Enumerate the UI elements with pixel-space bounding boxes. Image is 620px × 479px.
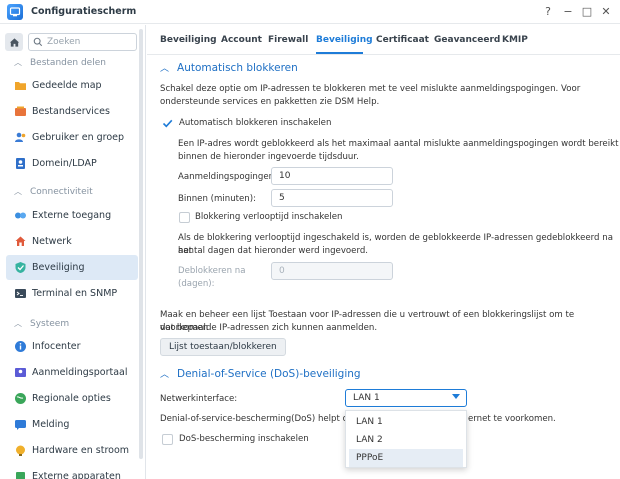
regional-options-icon xyxy=(15,393,26,404)
login-attempts-field[interactable]: 10 xyxy=(271,167,393,185)
network-icon xyxy=(15,236,26,246)
active-tab-indicator xyxy=(316,52,363,54)
unblock-after-label-line2: (dagen): xyxy=(178,279,215,289)
sidebar-item-file-services[interactable]: Bestandservices xyxy=(6,99,138,124)
chevron-up-icon: ︿ xyxy=(14,187,22,196)
sidebar-item-info-center[interactable]: Infocenter xyxy=(6,334,138,359)
autoblock-description-line1: Schakel deze optie om IP-adressen te blo… xyxy=(160,84,581,94)
maximize-button[interactable]: □ xyxy=(580,4,594,18)
dos-enable-checkbox[interactable] xyxy=(162,434,173,445)
sidebar-item-external-access[interactable]: Externe toegang xyxy=(6,203,138,228)
chevron-down-icon xyxy=(452,394,460,399)
info-icon xyxy=(15,341,26,352)
chevron-up-icon: ︿ xyxy=(160,64,170,74)
dropdown-option-pppoe[interactable]: PPPoE xyxy=(349,449,463,467)
expiration-info-line2: aantal dagen dat hieronder werd ingevoer… xyxy=(178,246,369,256)
autoblock-info-line1: Een IP-adres wordt geblokkeerd als het m… xyxy=(178,139,619,149)
block-expiration-checkbox[interactable] xyxy=(179,212,190,223)
search-box xyxy=(28,33,137,51)
tab-security-general[interactable]: Beveiliging xyxy=(160,35,217,45)
sidebar: ︿Bestanden delen Gedeelde map Bestandser… xyxy=(0,25,146,479)
checkmark-icon xyxy=(162,119,173,128)
user-group-icon xyxy=(15,132,26,142)
chevron-up-icon: ︿ xyxy=(14,319,22,328)
dos-enable-label: DoS-bescherming inschakelen xyxy=(179,434,309,444)
home-button[interactable] xyxy=(5,33,23,51)
dropdown-option-lan1[interactable]: LAN 1 xyxy=(349,413,463,431)
autoblock-section-header[interactable]: ︿ Automatisch blokkeren xyxy=(160,61,298,75)
notification-icon xyxy=(15,420,26,430)
home-icon xyxy=(9,37,19,47)
login-attempts-label: Aanmeldingspogingen: xyxy=(178,172,277,182)
autoblock-enable-label: Automatisch blokkeren inschakelen xyxy=(179,118,332,128)
autoblock-enable-checkbox[interactable] xyxy=(162,118,173,129)
file-services-icon xyxy=(15,106,26,116)
sidebar-item-login-portal[interactable]: Aanmeldingsportaal xyxy=(6,360,138,385)
sidebar-toolbar xyxy=(0,25,145,59)
sidebar-item-external-devices[interactable]: Externe apparaten xyxy=(6,464,138,479)
section-system[interactable]: ︿ Systeem xyxy=(14,318,69,329)
dos-section-header[interactable]: ︿ Denial-of-Service (DoS)-beveiliging xyxy=(160,367,361,381)
sidebar-item-domain-ldap[interactable]: Domein/LDAP xyxy=(6,151,138,176)
control-panel-icon xyxy=(7,4,23,20)
title-bar: Configuratiescherm ? − □ ✕ xyxy=(0,0,620,24)
external-devices-icon xyxy=(16,472,25,479)
tab-certificate[interactable]: Certificaat xyxy=(376,35,429,45)
sidebar-scrollbar[interactable] xyxy=(139,29,143,459)
section-file-sharing[interactable]: ︿ Bestanden delen xyxy=(14,57,106,68)
domain-ldap-icon xyxy=(16,158,25,169)
terminal-icon xyxy=(15,289,26,298)
sidebar-item-hardware-power[interactable]: Hardware en stroom xyxy=(6,438,138,463)
tab-bar: Beveiliging Account Firewall Beveiliging… xyxy=(147,25,620,55)
dropdown-option-lan2[interactable]: LAN 2 xyxy=(349,431,463,449)
network-interface-select[interactable]: LAN 1 xyxy=(345,389,467,407)
sidebar-item-security[interactable]: Beveiliging xyxy=(6,255,138,280)
folder-share-icon xyxy=(15,82,26,90)
sidebar-item-network[interactable]: Netwerk xyxy=(6,229,138,254)
within-minutes-label: Binnen (minuten): xyxy=(178,194,256,204)
sidebar-item-shared-folder[interactable]: Gedeelde map xyxy=(6,73,138,98)
block-expiration-label: Blokkering verlooptijd inschakelen xyxy=(195,212,343,222)
tab-advanced[interactable]: Geavanceerd xyxy=(434,35,500,45)
autoblock-description-line2: ondersteunde services en pakketten zie D… xyxy=(160,97,380,107)
tab-firewall[interactable]: Firewall xyxy=(268,35,308,45)
tab-account[interactable]: Account xyxy=(221,35,262,45)
unblock-after-field[interactable]: 0 xyxy=(271,262,393,280)
network-interface-dropdown: LAN 1 LAN 2 PPPoE xyxy=(345,410,467,468)
main-panel: Beveiliging Account Firewall Beveiliging… xyxy=(147,25,620,479)
dos-description-left: Denial-of-service-bescherming(DoS) helpt… xyxy=(160,414,357,424)
unblock-after-label-line1: Deblokkeren na xyxy=(178,266,246,276)
chevron-up-icon: ︿ xyxy=(160,370,170,380)
search-icon xyxy=(33,37,43,47)
section-connectivity[interactable]: ︿ Connectiviteit xyxy=(14,186,93,197)
dos-description-right: ernet te voorkomen. xyxy=(468,414,556,424)
help-button[interactable]: ? xyxy=(541,4,555,18)
window-title: Configuratiescherm xyxy=(31,6,137,17)
minimize-button[interactable]: − xyxy=(561,4,575,18)
close-button[interactable]: ✕ xyxy=(599,4,613,18)
login-portal-icon xyxy=(15,368,26,377)
search-input[interactable] xyxy=(47,35,133,49)
within-minutes-field[interactable]: 5 xyxy=(271,189,393,207)
sidebar-item-regional-options[interactable]: Regionale opties xyxy=(6,386,138,411)
autoblock-info-line2: binnen de hieronder ingevoerde tijdsduur… xyxy=(178,152,359,162)
network-interface-label: Netwerkinterface: xyxy=(160,394,238,404)
tab-protection[interactable]: Beveiliging xyxy=(316,35,373,45)
tab-kmip[interactable]: KMIP xyxy=(502,35,528,45)
hardware-power-icon xyxy=(16,445,25,456)
sidebar-item-user-group[interactable]: Gebruiker en groep xyxy=(6,125,138,150)
chevron-up-icon: ︿ xyxy=(14,58,22,67)
allow-block-description-line2: dat bepaalde IP-adressen zich kunnen aan… xyxy=(160,323,378,333)
external-access-icon xyxy=(15,212,26,219)
shield-icon xyxy=(15,262,26,273)
sidebar-item-notification[interactable]: Melding xyxy=(6,412,138,437)
sidebar-item-terminal-snmp[interactable]: Terminal en SNMP xyxy=(6,281,138,306)
allow-block-list-button[interactable]: Lijst toestaan/blokkeren xyxy=(160,338,286,356)
